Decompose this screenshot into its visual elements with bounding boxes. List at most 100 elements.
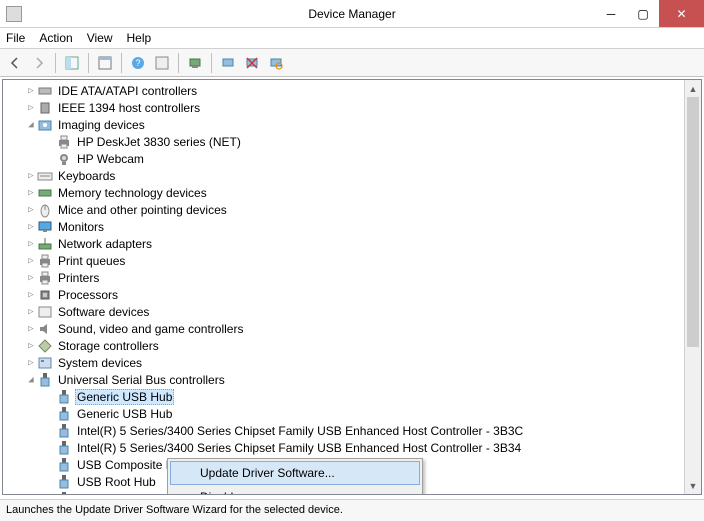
tree-node-label[interactable]: Storage controllers — [56, 339, 161, 353]
tree-node-label[interactable]: Memory technology devices — [56, 186, 209, 200]
status-text: Launches the Update Driver Software Wiza… — [6, 504, 343, 516]
tree-node[interactable]: Generic USB Hub — [3, 405, 701, 422]
tree-node[interactable]: ▷ Storage controllers — [3, 337, 701, 354]
tree-node[interactable]: HP Webcam — [3, 150, 701, 167]
scroll-thumb[interactable] — [687, 97, 699, 347]
action-button[interactable] — [151, 52, 173, 74]
tree-node-label[interactable]: IDE ATA/ATAPI controllers — [56, 84, 199, 98]
close-button[interactable]: ✕ — [659, 0, 704, 27]
forward-button[interactable] — [28, 52, 50, 74]
expand-icon[interactable]: ▷ — [25, 239, 37, 249]
memory-icon — [37, 185, 53, 201]
tree-node[interactable]: ▷ Memory technology devices — [3, 184, 701, 201]
tree-node[interactable]: ▷ Processors — [3, 286, 701, 303]
scroll-down-button[interactable]: ▼ — [685, 477, 701, 494]
tree-node[interactable]: ▷ Monitors — [3, 218, 701, 235]
expand-icon[interactable]: ▷ — [25, 341, 37, 351]
tree-node[interactable]: ▷ IDE ATA/ATAPI controllers — [3, 82, 701, 99]
collapse-icon[interactable]: ◢ — [25, 375, 37, 385]
tree-node-label[interactable]: System devices — [56, 356, 144, 370]
tree-node-label[interactable]: USB Root Hub — [75, 475, 158, 489]
status-bar: Launches the Update Driver Software Wiza… — [0, 499, 704, 521]
tree-node[interactable]: ▷ Printers — [3, 269, 701, 286]
expand-icon[interactable]: ▷ — [25, 205, 37, 215]
tree-node-label[interactable]: HP Webcam — [75, 152, 146, 166]
keyboard-icon — [37, 168, 53, 184]
menu-view[interactable]: View — [87, 31, 113, 45]
tree-node-label[interactable]: Mice and other pointing devices — [56, 203, 229, 217]
show-hide-console-tree-button[interactable] — [61, 52, 83, 74]
tree-node[interactable]: Intel(R) 5 Series/3400 Series Chipset Fa… — [3, 422, 701, 439]
context-menu-item[interactable]: Update Driver Software... — [170, 461, 420, 485]
tree-node-label[interactable]: Intel(R) 5 Series/3400 Series Chipset Fa… — [75, 424, 525, 438]
tree-node-label[interactable]: HP DeskJet 3830 series (NET) — [75, 135, 243, 149]
tree-node-label[interactable]: Network adapters — [56, 237, 154, 251]
tree-node-label[interactable]: Monitors — [56, 220, 106, 234]
tree-node[interactable]: ◢ Universal Serial Bus controllers — [3, 371, 701, 388]
maximize-button[interactable]: ▢ — [627, 0, 659, 27]
uninstall-button[interactable] — [241, 52, 263, 74]
usb-icon — [37, 372, 53, 388]
printer-icon — [37, 253, 53, 269]
menu-help[interactable]: Help — [127, 31, 152, 45]
tree-node-label[interactable]: Sound, video and game controllers — [56, 322, 245, 336]
tree-node[interactable]: ▷ System devices — [3, 354, 701, 371]
expand-icon[interactable]: ▷ — [25, 171, 37, 181]
collapse-icon[interactable]: ◢ — [25, 120, 37, 130]
expand-icon[interactable]: ▷ — [25, 324, 37, 334]
update-driver-button[interactable] — [184, 52, 206, 74]
tree-node-label[interactable]: Generic USB Hub — [75, 407, 174, 421]
tree-node[interactable]: ▷ Sound, video and game controllers — [3, 320, 701, 337]
tree-node-label[interactable]: Print queues — [56, 254, 127, 268]
tree-node[interactable]: ▷ Keyboards — [3, 167, 701, 184]
expand-icon[interactable]: ▷ — [25, 86, 37, 96]
scan-hardware-button[interactable] — [265, 52, 287, 74]
expand-icon[interactable]: ▷ — [25, 256, 37, 266]
expand-icon[interactable]: ▷ — [25, 358, 37, 368]
cpu-icon — [37, 287, 53, 303]
tree-node-label[interactable]: Software devices — [56, 305, 151, 319]
tree-node-label[interactable]: Printers — [56, 271, 101, 285]
expand-icon[interactable]: ▷ — [25, 290, 37, 300]
help-button[interactable]: ? — [127, 52, 149, 74]
expand-icon[interactable]: ▷ — [25, 273, 37, 283]
expand-icon[interactable]: ▷ — [25, 103, 37, 113]
tree-node-label[interactable]: Keyboards — [56, 169, 117, 183]
usb-icon — [56, 491, 72, 496]
usb-icon — [56, 457, 72, 473]
expand-icon[interactable]: ▷ — [25, 188, 37, 198]
tree-node-label[interactable]: Imaging devices — [56, 118, 147, 132]
tree-node[interactable]: ◢ Imaging devices — [3, 116, 701, 133]
tree-node-label[interactable]: Processors — [56, 288, 120, 302]
scroll-up-button[interactable]: ▲ — [685, 80, 701, 97]
tree-node-label[interactable]: Universal Serial Bus controllers — [56, 373, 227, 387]
tree-node-label[interactable]: Intel(R) 5 Series/3400 Series Chipset Fa… — [75, 441, 523, 455]
menu-file[interactable]: File — [6, 31, 25, 45]
device-tree[interactable]: ▷ IDE ATA/ATAPI controllers ▷ IEEE 1394 hos… — [3, 80, 701, 495]
context-menu-item[interactable]: Disable — [170, 485, 420, 495]
tree-node[interactable]: ▷ Print queues — [3, 252, 701, 269]
monitor-icon — [37, 219, 53, 235]
tree-node-label[interactable]: IEEE 1394 host controllers — [56, 101, 202, 115]
toolbar-separator — [211, 53, 212, 73]
back-button[interactable] — [4, 52, 26, 74]
properties-button[interactable] — [94, 52, 116, 74]
expand-icon[interactable]: ▷ — [25, 307, 37, 317]
vertical-scrollbar[interactable]: ▲ ▼ — [684, 80, 701, 494]
tree-node[interactable]: ▷ IEEE 1394 host controllers — [3, 99, 701, 116]
printer-icon — [56, 134, 72, 150]
ide-icon — [37, 83, 53, 99]
tree-node[interactable]: ▷ Software devices — [3, 303, 701, 320]
tree-node[interactable]: ▷ Network adapters — [3, 235, 701, 252]
menu-action[interactable]: Action — [39, 31, 72, 45]
tree-node-label[interactable]: USB Root Hub — [75, 492, 158, 496]
tree-node[interactable]: Generic USB Hub — [3, 388, 701, 405]
enable-button[interactable] — [217, 52, 239, 74]
expand-icon[interactable]: ▷ — [25, 222, 37, 232]
tree-node-label[interactable]: Generic USB Hub — [75, 389, 174, 405]
tree-node[interactable]: Intel(R) 5 Series/3400 Series Chipset Fa… — [3, 439, 701, 456]
minimize-button[interactable]: ─ — [595, 0, 627, 27]
title-bar: Device Manager ─ ▢ ✕ — [0, 0, 704, 28]
tree-node[interactable]: ▷ Mice and other pointing devices — [3, 201, 701, 218]
tree-node[interactable]: HP DeskJet 3830 series (NET) — [3, 133, 701, 150]
